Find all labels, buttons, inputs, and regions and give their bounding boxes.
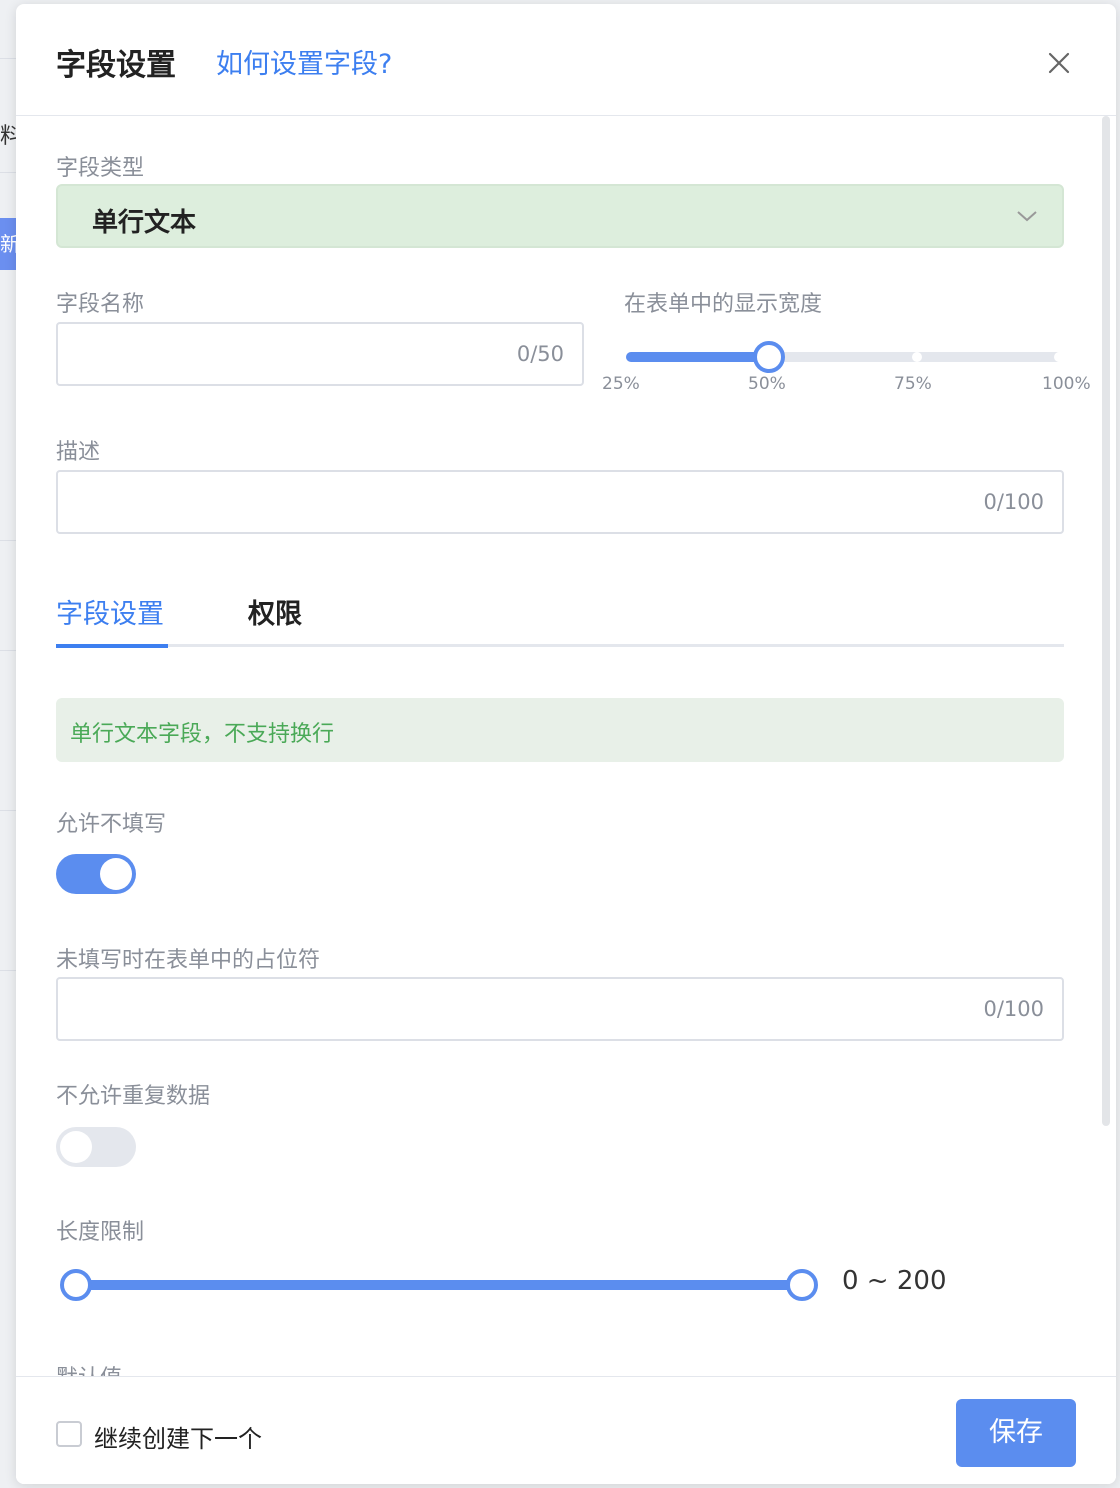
slider-mark: 25% [602,374,640,394]
toggle-knob [100,858,132,890]
toggle-knob [60,1131,92,1163]
tab-permissions[interactable]: 权限 [248,592,302,631]
slider-mark: 50% [748,374,786,394]
background-divider [0,58,16,59]
length-limit-label: 长度限制 [56,1220,145,1245]
slider-mark: 75% [894,374,932,394]
dialog-footer: 继续创建下一个 保存 [16,1376,1116,1484]
info-notice: 单行文本字段，不支持换行 [56,698,1064,762]
range-thumb-min[interactable] [60,1269,92,1301]
field-type-label: 字段类型 [56,156,145,181]
background-badge: 新 [0,218,16,270]
slider-step-dot [912,352,922,362]
slider-thumb[interactable] [753,341,785,373]
description-input[interactable]: 0/100 [56,470,1064,534]
save-button[interactable]: 保存 [956,1399,1076,1467]
field-settings-dialog: 字段设置 如何设置字段? 字段类型 单行文本 字段名称 0/50 在表单中的显示… [16,4,1116,1484]
placeholder-counter: 0/100 [983,997,1044,1021]
no-duplicate-label: 不允许重复数据 [56,1084,211,1109]
background-divider [0,970,16,971]
range-fill [76,1280,802,1290]
field-name-counter: 0/50 [516,342,564,366]
continue-create-checkbox[interactable] [56,1421,82,1447]
close-icon[interactable] [1044,48,1074,78]
background-divider [0,810,16,811]
allow-empty-toggle[interactable] [56,854,136,894]
slider-mark: 100% [1042,374,1091,394]
dialog-header: 字段设置 如何设置字段? [16,4,1116,116]
no-duplicate-toggle[interactable] [56,1127,136,1167]
chevron-down-icon [1016,208,1038,224]
slider-fill [626,352,772,362]
range-thumb-max[interactable] [786,1269,818,1301]
tab-field-settings[interactable]: 字段设置 [56,592,164,631]
notice-text: 单行文本字段，不支持换行 [70,722,335,747]
length-range-value: 0 ~ 200 [842,1266,947,1296]
description-label: 描述 [56,440,101,465]
continue-create-label[interactable]: 继续创建下一个 [94,1419,262,1454]
field-name-label: 字段名称 [56,292,145,317]
placeholder-label: 未填写时在表单中的占位符 [56,948,321,973]
display-width-label: 在表单中的显示宽度 [624,292,823,317]
allow-empty-label: 允许不填写 [56,812,167,837]
field-type-value: 单行文本 [92,208,197,238]
background-divider [0,172,16,173]
slider-step-dot [1054,352,1064,362]
background-divider [0,540,16,541]
background-divider [0,650,16,651]
scrollbar[interactable] [1102,116,1110,1126]
description-counter: 0/100 [983,490,1044,514]
field-type-select[interactable]: 单行文本 [56,184,1064,248]
placeholder-input[interactable]: 0/100 [56,977,1064,1041]
tab-active-indicator [56,644,168,648]
field-name-input[interactable]: 0/50 [56,322,584,386]
help-link[interactable]: 如何设置字段? [216,42,392,81]
tabs-divider [56,644,1064,647]
dialog-title: 字段设置 [56,48,176,83]
